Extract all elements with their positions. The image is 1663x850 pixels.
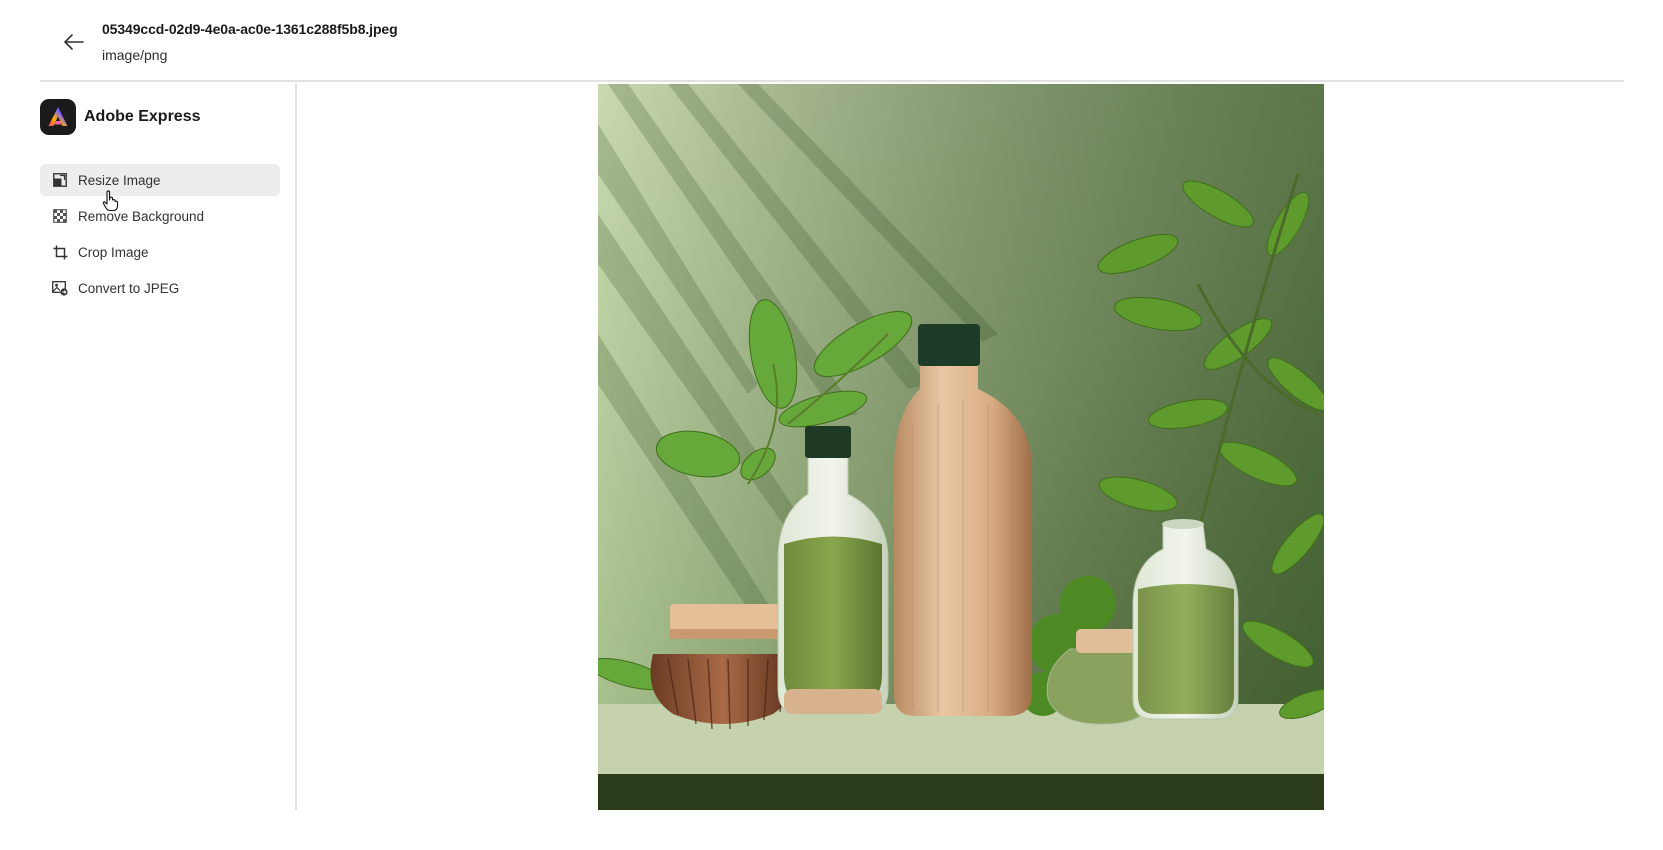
arrow-left-icon (64, 34, 84, 50)
preview-canvas (299, 84, 1624, 810)
menu-item-crop-image[interactable]: Crop Image (40, 236, 280, 268)
menu-item-remove-background[interactable]: Remove Background (40, 200, 280, 232)
quick-actions-menu: Resize Image Remove Background Crop Imag… (40, 164, 280, 308)
menu-item-convert-to-jpeg[interactable]: Convert to JPEG (40, 272, 280, 304)
menu-item-label: Convert to JPEG (78, 280, 180, 296)
menu-item-label: Crop Image (78, 244, 149, 260)
checkerboard-icon (52, 208, 68, 224)
crop-icon (52, 244, 68, 260)
app-window: 05349ccd-02d9-4e0a-ac0e-1361c288f5b8.jpe… (0, 0, 1663, 850)
image-preview[interactable] (598, 84, 1324, 810)
sidebar: Adobe Express Resize Image Remove Backgr… (40, 84, 297, 810)
file-header: 05349ccd-02d9-4e0a-ac0e-1361c288f5b8.jpe… (40, 0, 1624, 82)
file-type: image/png (102, 47, 168, 63)
menu-item-resize-image[interactable]: Resize Image (40, 164, 280, 196)
menu-item-label: Resize Image (78, 172, 161, 188)
product-photo-illustration (598, 84, 1324, 810)
resize-icon (52, 172, 68, 188)
back-button[interactable] (54, 26, 94, 58)
brand: Adobe Express (40, 99, 200, 135)
convert-image-icon (52, 280, 68, 296)
file-name: 05349ccd-02d9-4e0a-ac0e-1361c288f5b8.jpe… (102, 21, 398, 37)
adobe-express-logo-icon (40, 99, 76, 135)
menu-item-label: Remove Background (78, 208, 205, 224)
brand-name: Adobe Express (84, 108, 201, 125)
